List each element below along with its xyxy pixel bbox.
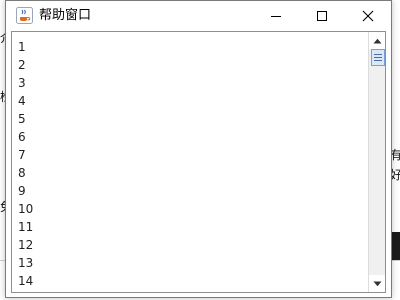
vertical-scrollbar[interactable] (368, 32, 385, 292)
text-line: 11 (18, 220, 34, 234)
maximize-button[interactable] (299, 1, 345, 31)
grip-line (374, 54, 382, 55)
arrow-up-icon (373, 38, 382, 43)
help-window: 帮助窗口 1 2 3 4 5 6 7 8 9 10 11 12 13 14 (5, 0, 392, 298)
scroll-up-button[interactable] (369, 32, 385, 49)
arrow-down-icon (373, 281, 382, 286)
maximize-icon (317, 11, 327, 21)
text-line: 3 (18, 76, 26, 90)
text-line: 4 (18, 94, 26, 108)
scroll-down-button[interactable] (369, 275, 385, 292)
grip-line (374, 57, 382, 58)
text-line: 10 (18, 202, 34, 216)
text-line: 5 (18, 112, 26, 126)
window-title: 帮助窗口 (39, 8, 92, 23)
help-text-area[interactable]: 1 2 3 4 5 6 7 8 9 10 11 12 13 14 (12, 32, 367, 292)
close-icon (362, 10, 374, 22)
title-bar[interactable]: 帮助窗口 (6, 1, 391, 31)
text-line: 9 (18, 184, 26, 198)
text-line: 7 (18, 148, 26, 162)
text-line: 1 (18, 40, 26, 54)
text-scroll-pane: 1 2 3 4 5 6 7 8 9 10 11 12 13 14 (11, 31, 386, 293)
grip-line (374, 60, 382, 61)
scrollbar-thumb[interactable] (371, 49, 385, 66)
text-line: 14 (18, 274, 34, 288)
text-line: 2 (18, 58, 26, 72)
text-line: 6 (18, 130, 26, 144)
minimize-button[interactable] (253, 1, 299, 31)
minimize-icon (271, 16, 281, 17)
text-line: 12 (18, 238, 34, 252)
text-line: 8 (18, 166, 26, 180)
text-line: 13 (18, 256, 34, 270)
close-button[interactable] (345, 1, 391, 31)
java-coffee-icon (16, 7, 33, 24)
